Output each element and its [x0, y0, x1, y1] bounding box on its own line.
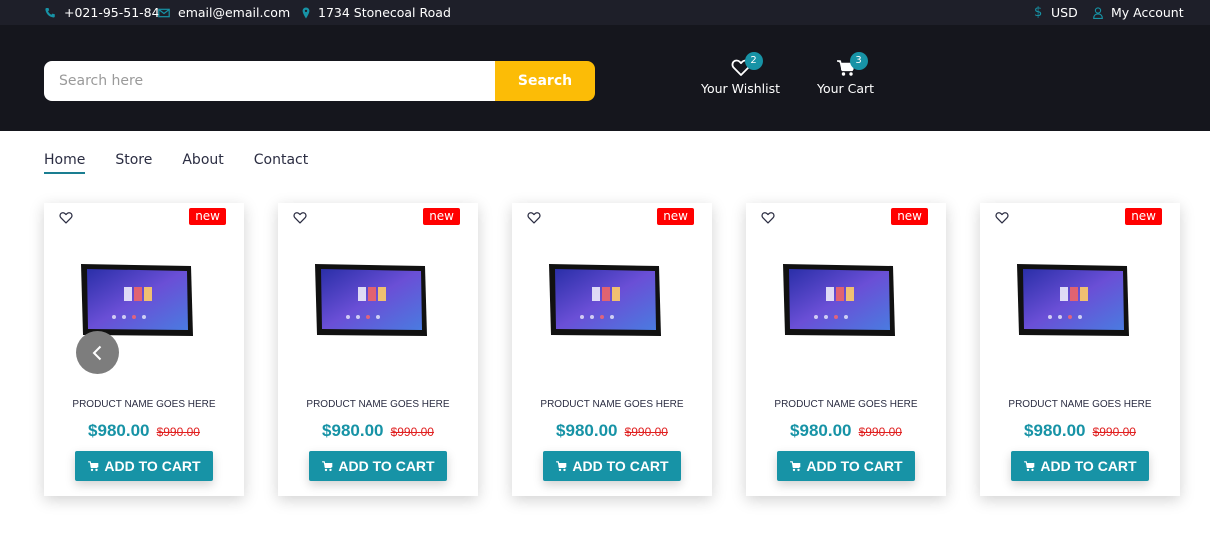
heart-icon: 2 — [731, 52, 763, 78]
add-to-cart-button[interactable]: ADD TO CART — [309, 451, 447, 481]
map-marker-icon — [302, 7, 310, 19]
product-old-price: $990.00 — [156, 425, 200, 439]
wishlist-label: Your Wishlist — [701, 81, 781, 96]
add-to-cart-label: ADD TO CART — [572, 458, 669, 474]
add-to-cart-button[interactable]: ADD TO CART — [1011, 451, 1149, 481]
account-text: My Account — [1111, 5, 1184, 20]
nav-item-contact[interactable]: Contact — [254, 152, 308, 174]
product-image[interactable] — [547, 263, 662, 340]
new-badge: new — [423, 208, 460, 225]
product-image[interactable] — [313, 263, 428, 340]
main-nav: Home Store About Contact — [44, 152, 338, 174]
product-old-price: $990.00 — [858, 425, 902, 439]
heart-icon[interactable] — [293, 211, 307, 225]
shopping-cart-icon: 3 — [836, 52, 868, 78]
add-to-cart-button[interactable]: ADD TO CART — [75, 451, 213, 481]
product-prices: $980.00 $990.00 — [746, 421, 946, 441]
product-prices: $980.00 $990.00 — [980, 421, 1180, 441]
carousel-prev-button[interactable] — [76, 331, 119, 374]
shopping-cart-icon — [790, 461, 801, 472]
add-to-cart-label: ADD TO CART — [338, 458, 435, 474]
product-old-price: $990.00 — [1092, 425, 1136, 439]
search-input[interactable] — [44, 61, 495, 101]
product-card[interactable]: new PRODUCT NAME GOES HERE $980.00 $990.… — [44, 203, 244, 496]
chevron-left-icon — [92, 345, 101, 360]
cart-link[interactable]: 3 Your Cart — [817, 52, 875, 96]
product-image[interactable] — [79, 263, 194, 340]
cart-label: Your Cart — [817, 81, 875, 96]
address-contact[interactable]: 1734 Stonecoal Road — [302, 0, 451, 25]
envelope-icon — [158, 7, 170, 19]
nav-item-about[interactable]: About — [182, 152, 223, 174]
product-old-price: $990.00 — [624, 425, 668, 439]
cart-count-badge: 3 — [849, 52, 868, 70]
shopping-cart-icon — [1024, 461, 1035, 472]
nav-item-store[interactable]: Store — [115, 152, 152, 174]
currency-text: USD — [1051, 5, 1078, 20]
product-price: $980.00 — [88, 421, 150, 440]
currency-selector[interactable]: $ USD — [1034, 0, 1078, 25]
shopping-cart-icon — [556, 461, 567, 472]
product-price: $980.00 — [1024, 421, 1086, 440]
new-badge: new — [189, 208, 226, 225]
product-old-price: $990.00 — [390, 425, 434, 439]
add-to-cart-label: ADD TO CART — [806, 458, 903, 474]
product-image[interactable] — [781, 263, 896, 340]
wishlist-link[interactable]: 2 Your Wishlist — [701, 52, 781, 96]
email-text: email@email.com — [178, 5, 291, 20]
product-name[interactable]: PRODUCT NAME GOES HERE — [278, 399, 478, 410]
phone-icon — [44, 7, 56, 19]
nav-item-home[interactable]: Home — [44, 152, 86, 174]
product-card[interactable]: new PRODUCT NAME GOES HERE $980.00 $990.… — [746, 203, 946, 496]
phone-text: +021-95-51-84 — [64, 5, 160, 20]
heart-icon[interactable] — [761, 211, 775, 225]
product-image[interactable] — [1015, 263, 1130, 340]
product-name[interactable]: PRODUCT NAME GOES HERE — [980, 399, 1180, 410]
heart-icon[interactable] — [995, 211, 1009, 225]
new-badge: new — [657, 208, 694, 225]
new-badge: new — [891, 208, 928, 225]
account-link[interactable]: My Account — [1093, 0, 1184, 25]
email-contact[interactable]: email@email.com — [158, 0, 290, 25]
wishlist-count-badge: 2 — [744, 52, 763, 70]
phone-contact[interactable]: +021-95-51-84 — [44, 0, 160, 25]
new-badge: new — [1125, 208, 1162, 225]
product-name[interactable]: PRODUCT NAME GOES HERE — [44, 399, 244, 410]
add-to-cart-button[interactable]: ADD TO CART — [777, 451, 915, 481]
product-card[interactable]: new PRODUCT NAME GOES HERE $980.00 $990.… — [278, 203, 478, 496]
product-price: $980.00 — [556, 421, 618, 440]
product-card[interactable]: new PRODUCT NAME GOES HERE $980.00 $990.… — [512, 203, 712, 496]
product-name[interactable]: PRODUCT NAME GOES HERE — [512, 399, 712, 410]
product-prices: $980.00 $990.00 — [44, 421, 244, 441]
shopping-cart-icon — [88, 461, 99, 472]
top-bar: +021-95-51-84 email@email.com 1734 Stone… — [0, 0, 1210, 25]
product-prices: $980.00 $990.00 — [278, 421, 478, 441]
user-icon — [1093, 6, 1103, 19]
add-to-cart-label: ADD TO CART — [104, 458, 201, 474]
product-price: $980.00 — [790, 421, 852, 440]
heart-icon[interactable] — [527, 211, 541, 225]
product-prices: $980.00 $990.00 — [512, 421, 712, 441]
add-to-cart-label: ADD TO CART — [1040, 458, 1137, 474]
address-text: 1734 Stonecoal Road — [318, 5, 451, 20]
heart-icon[interactable] — [59, 211, 73, 225]
product-price: $980.00 — [322, 421, 384, 440]
dollar-icon: $ — [1034, 4, 1043, 20]
search-button[interactable]: Search — [495, 61, 595, 101]
add-to-cart-button[interactable]: ADD TO CART — [543, 451, 681, 481]
product-name[interactable]: PRODUCT NAME GOES HERE — [746, 399, 946, 410]
product-card[interactable]: new PRODUCT NAME GOES HERE $980.00 $990.… — [980, 203, 1180, 496]
search-form: Search — [44, 61, 595, 101]
shopping-cart-icon — [322, 461, 333, 472]
